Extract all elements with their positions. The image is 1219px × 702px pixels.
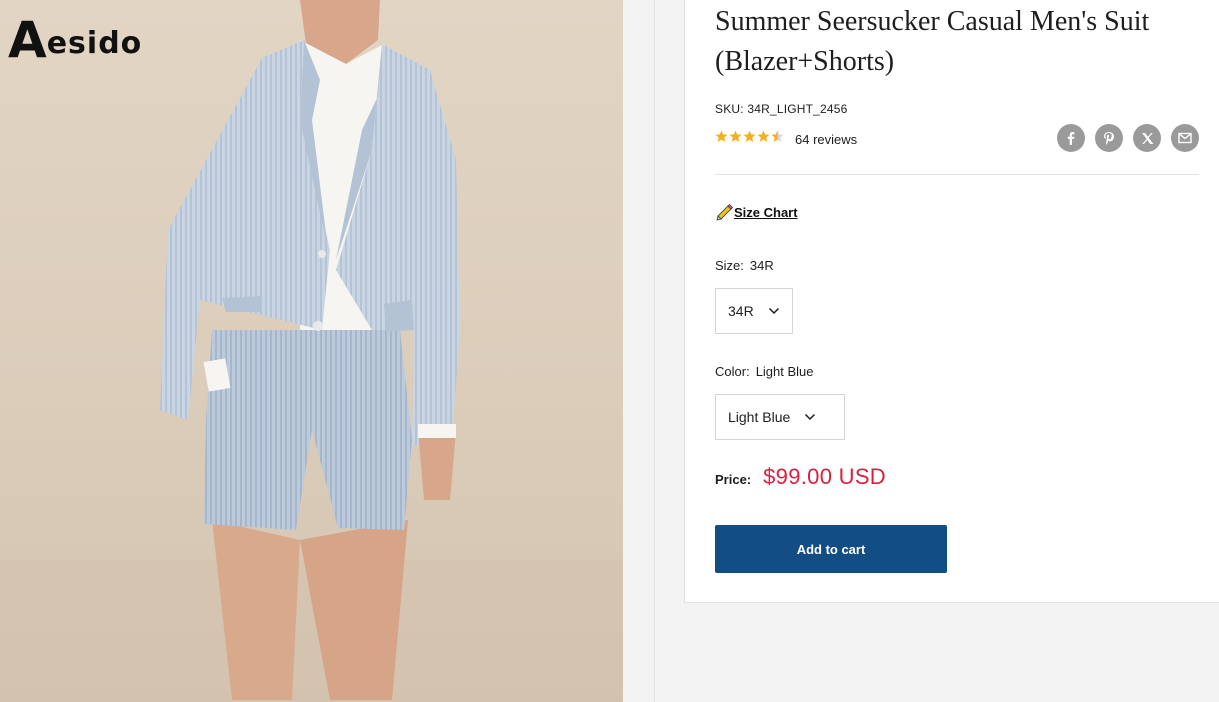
star-rating [715,130,785,148]
color-label: Color: [715,364,750,379]
product-title: Summer Seersucker Casual Men's Suit (Bla… [715,6,1150,77]
sku-label: SKU: [715,102,744,116]
sku-line: SKU: 34R_LIGHT_2456 [715,102,848,116]
brand-logo[interactable]: A esido [8,10,142,66]
size-select-value: 34R [728,303,754,319]
price-row: Price: $99.00 USD [715,464,886,490]
brand-logo-text: esido [46,26,143,61]
star-icon [757,130,770,142]
x-share-button[interactable] [1133,124,1161,152]
product-image[interactable]: A esido [0,0,623,702]
email-share-button[interactable] [1171,124,1199,152]
ruler-pencil-icon [716,204,734,221]
size-select[interactable]: 34R [715,288,793,334]
star-icon [771,130,784,142]
size-field-label: Size: 34R [715,258,774,273]
size-chart-label: Size Chart [734,205,798,220]
star-icon [715,130,728,142]
size-chart-link[interactable]: Size Chart [715,204,798,221]
facebook-share-button[interactable] [1057,124,1085,152]
brand-logo-initial: A [8,11,47,69]
section-divider [715,174,1199,175]
price-value: $99.00 USD [763,464,886,489]
facebook-icon [1067,132,1075,145]
pinterest-icon [1104,132,1114,145]
share-buttons [1057,124,1199,152]
size-selected-value: 34R [749,258,774,273]
color-select[interactable]: Light Blue [715,394,845,440]
star-icon [729,130,742,142]
rating-row[interactable]: 64 reviews [715,130,857,148]
color-select-value: Light Blue [728,409,791,425]
price-label: Price: [715,472,752,487]
pinterest-share-button[interactable] [1095,124,1123,152]
layout-gutter [623,0,655,702]
star-icon [743,130,756,142]
sku-value: 34R_LIGHT_2456 [747,102,848,116]
chevron-down-icon [768,307,779,315]
email-icon [1178,132,1192,144]
review-count-link[interactable]: 64 reviews [795,132,857,147]
add-to-cart-button[interactable]: Add to cart [715,525,947,573]
x-twitter-icon [1141,132,1153,144]
color-selected-value: Light Blue [755,364,814,379]
chevron-down-icon [805,413,816,421]
size-label: Size: [715,258,744,273]
product-info-card: Summer Seersucker Casual Men's Suit (Bla… [684,0,1219,603]
color-field-label: Color: Light Blue [715,364,814,379]
product-photo-illustration [0,0,623,702]
